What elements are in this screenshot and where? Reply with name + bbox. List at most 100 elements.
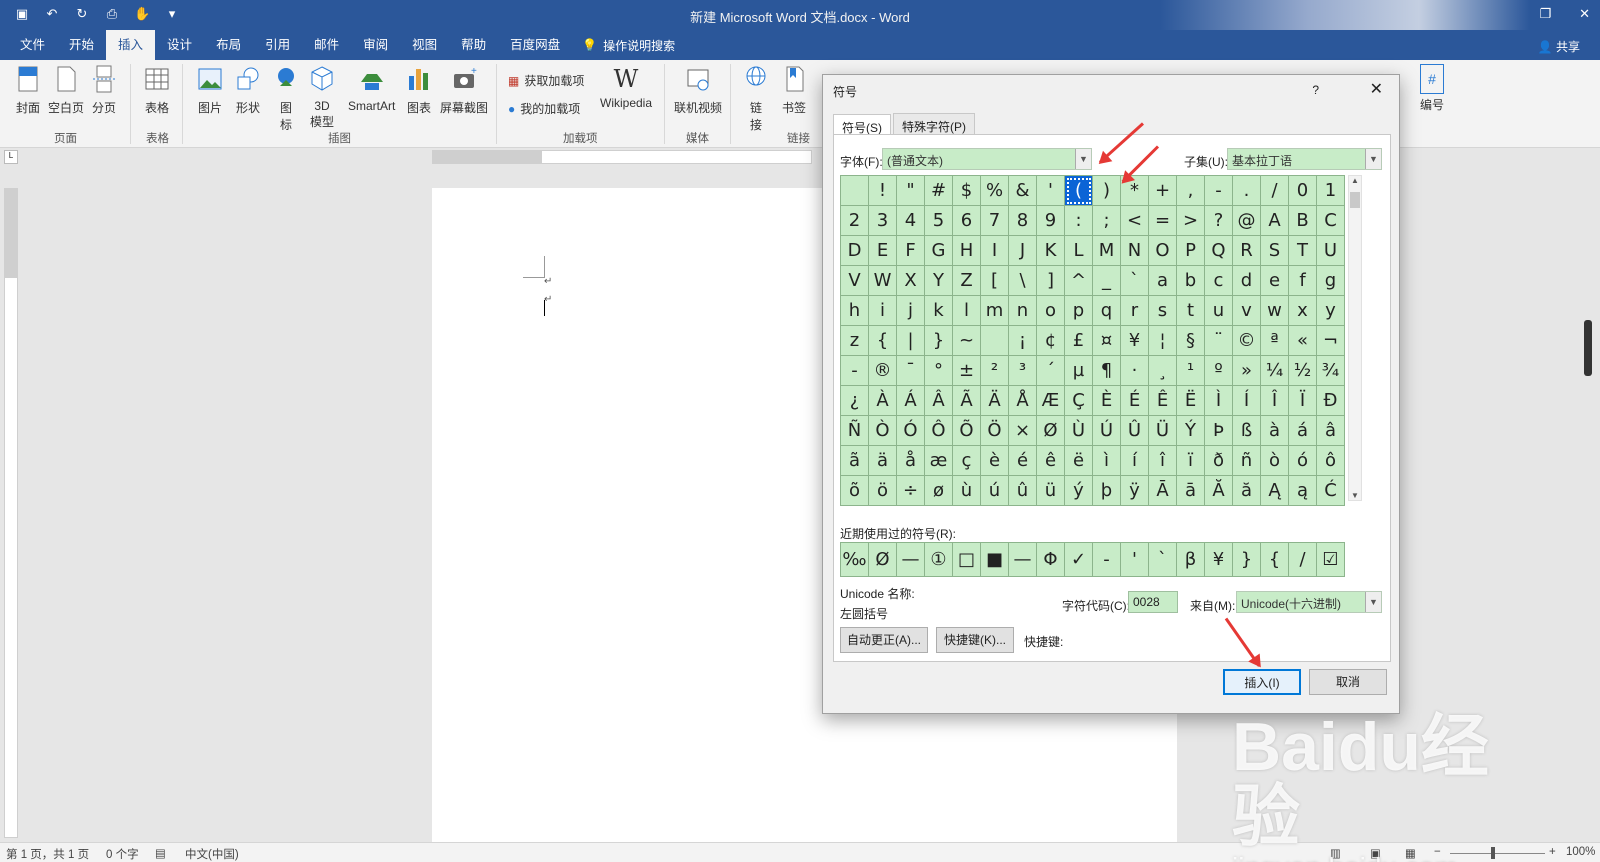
symbol-cell[interactable]: É xyxy=(1121,386,1149,416)
close-icon[interactable]: ✕ xyxy=(1370,79,1383,99)
scroll-up-icon[interactable]: ▲ xyxy=(1349,176,1361,185)
symbol-cell[interactable]: B xyxy=(1289,206,1317,236)
symbol-cell[interactable]: r xyxy=(1121,296,1149,326)
symbol-cell[interactable]: l xyxy=(953,296,981,326)
recent-symbol-cell[interactable]: ¥ xyxy=(1205,543,1233,577)
symbol-cell[interactable]: § xyxy=(1177,326,1205,356)
symbol-cell[interactable]: ÿ xyxy=(1121,476,1149,506)
symbol-cell[interactable]: 5 xyxy=(925,206,953,236)
symbol-cell[interactable]: 6 xyxy=(953,206,981,236)
symbol-cell[interactable]: ¹ xyxy=(1177,356,1205,386)
close-window-icon[interactable]: ✕ xyxy=(1579,6,1590,22)
symbol-cell[interactable]: ï xyxy=(1177,446,1205,476)
recent-symbol-cell[interactable]: ' xyxy=(1121,543,1149,577)
symbol-cell[interactable]: @ xyxy=(1233,206,1261,236)
symbol-cell[interactable]: Õ xyxy=(953,416,981,446)
symbol-cell[interactable]: Ó xyxy=(897,416,925,446)
symbol-cell[interactable]: µ xyxy=(1065,356,1093,386)
tab-9[interactable]: 帮助 xyxy=(449,30,498,60)
symbol-cell[interactable]: 1 xyxy=(1317,176,1345,206)
symbol-cell[interactable]: F xyxy=(897,236,925,266)
symbol-cell[interactable]: ą xyxy=(1289,476,1317,506)
symbol-cell[interactable]: ¢ xyxy=(1037,326,1065,356)
scroll-down-icon[interactable]: ▼ xyxy=(1349,491,1361,500)
insert-button[interactable]: 插入(I) xyxy=(1223,669,1301,695)
zoom-level[interactable]: 100% xyxy=(1566,846,1595,858)
symbol-cell[interactable]: h xyxy=(841,296,869,326)
symbol-cell[interactable]: o xyxy=(1037,296,1065,326)
symbol-cell[interactable]: 3 xyxy=(869,206,897,236)
smartart-button[interactable]: SmartArt xyxy=(348,64,395,113)
numbering-button[interactable]: # 编号 xyxy=(1420,64,1444,113)
symbol-cell[interactable]: 7 xyxy=(981,206,1009,236)
icons-button[interactable]: 图 标 xyxy=(272,64,300,133)
symbol-cell[interactable]: ì xyxy=(1093,446,1121,476)
symbol-cell[interactable]: û xyxy=(1009,476,1037,506)
recent-symbol-cell[interactable]: / xyxy=(1289,543,1317,577)
symbol-cell[interactable]: · xyxy=(1121,356,1149,386)
symbol-cell[interactable]: ³ xyxy=(1009,356,1037,386)
symbol-cell[interactable]: ª xyxy=(1261,326,1289,356)
symbol-cell[interactable]: [ xyxy=(981,266,1009,296)
shapes-button[interactable]: 形状 xyxy=(234,64,262,116)
symbol-cell[interactable]: ú xyxy=(981,476,1009,506)
tab-10[interactable]: 百度网盘 xyxy=(498,30,572,60)
symbol-cell[interactable]: Ù xyxy=(1065,416,1093,446)
symbol-cell[interactable]: Ì xyxy=(1205,386,1233,416)
symbol-cell[interactable]: ñ xyxy=(1233,446,1261,476)
symbol-cell[interactable]: Å xyxy=(1009,386,1037,416)
recent-symbol-cell[interactable]: — xyxy=(1009,543,1037,577)
wikipedia-button[interactable]: W Wikipedia xyxy=(600,64,652,110)
symbol-cell[interactable]: Á xyxy=(897,386,925,416)
tab-selector[interactable]: L xyxy=(4,150,18,164)
vertical-ruler[interactable] xyxy=(4,188,18,838)
recent-symbol-cell[interactable]: ` xyxy=(1149,543,1177,577)
symbol-cell[interactable]: 9 xyxy=(1037,206,1065,236)
symbol-cell[interactable]: Ã xyxy=(953,386,981,416)
symbol-cell[interactable]: G xyxy=(925,236,953,266)
symbol-cell[interactable]: ) xyxy=(1093,176,1121,206)
symbol-cell[interactable]: v xyxy=(1233,296,1261,326)
symbol-cell[interactable]: î xyxy=(1149,446,1177,476)
symbol-cell[interactable]: ø xyxy=(925,476,953,506)
symbol-cell[interactable]: ' xyxy=(1037,176,1065,206)
screenshot-button[interactable]: + 屏幕截图 xyxy=(440,64,488,116)
symbol-cell[interactable]: H xyxy=(953,236,981,266)
symbol-cell[interactable]: º xyxy=(1205,356,1233,386)
symbol-cell[interactable]: Ą xyxy=(1261,476,1289,506)
symbol-cell[interactable]: Ā xyxy=(1149,476,1177,506)
symbol-cell[interactable]: ? xyxy=(1205,206,1233,236)
symbol-cell[interactable]: e xyxy=(1261,266,1289,296)
recent-symbol-cell[interactable]: ‰ xyxy=(841,543,869,577)
recent-symbol-cell[interactable]: β xyxy=(1177,543,1205,577)
symbol-cell[interactable]: : xyxy=(1065,206,1093,236)
symbol-cell[interactable]: ¿ xyxy=(841,386,869,416)
symbol-cell[interactable]: Ê xyxy=(1149,386,1177,416)
recent-symbol-cell[interactable]: { xyxy=(1261,543,1289,577)
symbol-cell[interactable]: ¦ xyxy=(1149,326,1177,356)
symbol-cell[interactable]: 4 xyxy=(897,206,925,236)
symbol-cell[interactable]: Í xyxy=(1233,386,1261,416)
symbol-cell[interactable]: / xyxy=(1261,176,1289,206)
symbol-cell[interactable]: £ xyxy=(1065,326,1093,356)
symbol-cell[interactable]: ç xyxy=(953,446,981,476)
symbol-cell[interactable]: ° xyxy=(925,356,953,386)
symbol-cell[interactable]: + xyxy=(1149,176,1177,206)
symbol-cell[interactable]: Ç xyxy=(1065,386,1093,416)
cover-button[interactable]: 封面 xyxy=(14,64,42,116)
symbol-cell[interactable]: O xyxy=(1149,236,1177,266)
symbol-cell[interactable]: â xyxy=(1317,416,1345,446)
symbol-cell[interactable]: ê xyxy=(1037,446,1065,476)
symbol-cell[interactable]: ] xyxy=(1037,266,1065,296)
symbol-cell[interactable]: I xyxy=(981,236,1009,266)
symbol-cell[interactable]: D xyxy=(841,236,869,266)
recent-symbol-cell[interactable]: ☑ xyxy=(1317,543,1345,577)
symbol-cell[interactable]: \ xyxy=(1009,266,1037,296)
symbol-cell[interactable]: d xyxy=(1233,266,1261,296)
symbol-cell[interactable]: ¡ xyxy=(1009,326,1037,356)
symbol-cell[interactable]: ¨ xyxy=(1205,326,1233,356)
symbol-cell[interactable] xyxy=(841,176,869,206)
symbol-cell[interactable] xyxy=(981,326,1009,356)
recent-symbol-cell[interactable]: } xyxy=(1233,543,1261,577)
symbol-cell[interactable]: x xyxy=(1289,296,1317,326)
